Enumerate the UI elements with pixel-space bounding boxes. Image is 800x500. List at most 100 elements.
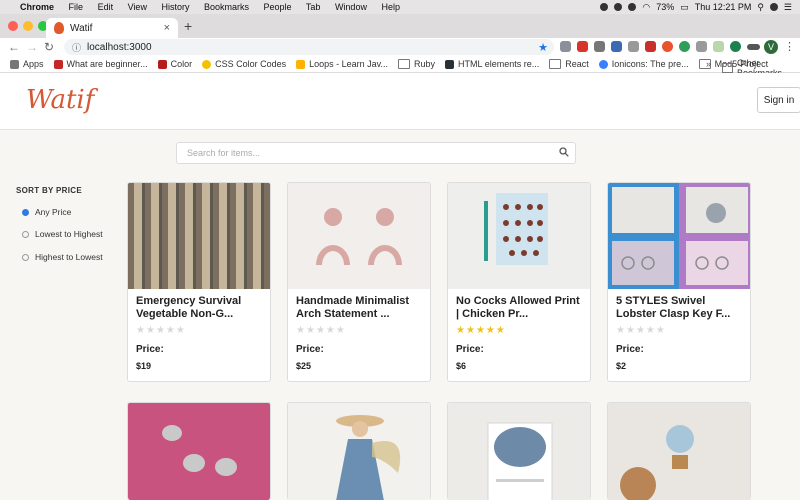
menu-history[interactable]: History: [161, 2, 189, 12]
address-bar[interactable]: ⓘ localhost:3000 ★: [64, 39, 554, 55]
spotlight-icon[interactable]: ⚲: [757, 2, 764, 13]
radio-icon[interactable]: [22, 230, 29, 238]
wifi-icon[interactable]: ◠: [642, 2, 650, 13]
star-icon: ★: [165, 325, 176, 336]
notification-center-icon[interactable]: ☰: [784, 2, 792, 13]
status-icon[interactable]: [600, 3, 609, 11]
product-card[interactable]: Handmade Minimalist Arch Statement ... ★…: [287, 182, 431, 382]
extension-icon[interactable]: [645, 41, 656, 52]
bookmarks-overflow-button[interactable]: »: [706, 59, 711, 69]
close-tab-icon[interactable]: ×: [164, 22, 170, 34]
star-icon: ★: [616, 325, 626, 336]
sort-title: SORT BY PRICE: [16, 186, 82, 195]
back-icon[interactable]: ←: [8, 40, 20, 54]
clock[interactable]: Thu 12:21 PM: [695, 2, 752, 12]
profile-avatar[interactable]: V: [764, 40, 778, 54]
bookmark-item[interactable]: HTML elements re...: [445, 59, 539, 69]
bookmark-label: What are beginner...: [66, 59, 148, 69]
product-card[interactable]: No Cocks Allowed Print | Chicken Pr... ★…: [447, 182, 591, 382]
bookmark-label: Ruby: [414, 59, 436, 69]
menu-view[interactable]: View: [128, 2, 147, 12]
sort-option-label: Lowest to Highest: [35, 229, 103, 239]
reload-icon[interactable]: ↻: [44, 40, 54, 54]
product-image[interactable]: [448, 183, 590, 289]
product-name[interactable]: No Cocks Allowed Print | Chicken Pr...: [456, 295, 582, 321]
bookmark-star-icon[interactable]: ★: [538, 41, 548, 54]
siri-icon[interactable]: [769, 3, 778, 11]
product-price: $6: [456, 361, 467, 371]
search-icon[interactable]: [559, 146, 569, 160]
menu-tab[interactable]: Tab: [306, 2, 321, 12]
extension-icon[interactable]: [713, 41, 724, 52]
minimize-window-button[interactable]: [23, 21, 33, 31]
product-card[interactable]: Emergency Survival Vegetable Non-G... ★★…: [127, 182, 271, 382]
earring-illustration: [316, 208, 402, 265]
product-price: $2: [616, 361, 627, 371]
adblock-icon[interactable]: [577, 41, 588, 52]
search-input[interactable]: [185, 147, 549, 159]
menu-people[interactable]: People: [264, 2, 292, 12]
extension-icon[interactable]: [594, 41, 605, 52]
product-card[interactable]: 5 STYLES Swivel Lobster Clasp Key F... ★…: [607, 182, 751, 382]
menu-bookmarks[interactable]: Bookmarks: [204, 2, 249, 12]
bookmark-folder[interactable]: Ruby: [398, 59, 435, 69]
bookmark-item[interactable]: Loops - Learn Jav...: [296, 59, 388, 69]
tab-watif[interactable]: Watif ×: [46, 18, 178, 38]
bookmark-folder[interactable]: React: [549, 59, 589, 69]
product-name[interactable]: Handmade Minimalist Arch Statement ...: [296, 295, 422, 321]
product-card[interactable]: [287, 402, 431, 500]
status-icon[interactable]: [628, 3, 637, 11]
product-card[interactable]: [127, 402, 271, 500]
product-card[interactable]: [607, 402, 751, 500]
product-image[interactable]: [128, 403, 270, 500]
browser-toolbar: ← → ↻ ⓘ localhost:3000 ★ V ⋮: [0, 38, 800, 56]
extension-icon[interactable]: [662, 41, 673, 52]
quora-icon: [53, 59, 63, 69]
product-image[interactable]: [608, 183, 750, 289]
key-icon[interactable]: [747, 43, 760, 50]
bookmark-item[interactable]: CSS Color Codes: [202, 59, 286, 69]
product-image[interactable]: [448, 403, 590, 500]
extension-icon[interactable]: [730, 41, 741, 52]
forward-icon[interactable]: →: [26, 40, 38, 54]
bookmark-item[interactable]: Ionicons: The pre...: [598, 59, 689, 69]
product-name[interactable]: Emergency Survival Vegetable Non-G...: [136, 295, 262, 321]
sign-in-button[interactable]: Sign in: [757, 87, 800, 113]
close-window-button[interactable]: [8, 21, 18, 31]
extension-icon[interactable]: [696, 41, 707, 52]
sort-option-highest-to-lowest[interactable]: Highest to Lowest: [22, 252, 103, 262]
status-icon[interactable]: [614, 3, 623, 11]
menu-file[interactable]: File: [69, 2, 84, 12]
radio-selected-icon[interactable]: [22, 208, 29, 216]
bookmark-item[interactable]: Color: [157, 59, 192, 69]
extension-icon[interactable]: [611, 41, 622, 52]
product-name[interactable]: 5 STYLES Swivel Lobster Clasp Key F...: [616, 295, 742, 321]
more-menu-icon[interactable]: ⋮: [784, 40, 795, 53]
menu-chrome[interactable]: Chrome: [20, 2, 54, 12]
radio-icon[interactable]: [22, 253, 29, 261]
bookmark-apps[interactable]: Apps: [10, 59, 44, 69]
star-icon: ★: [325, 325, 336, 336]
product-image[interactable]: [288, 183, 430, 289]
product-card[interactable]: [447, 402, 591, 500]
sort-option-lowest-to-highest[interactable]: Lowest to Highest: [22, 229, 103, 239]
site-info-icon[interactable]: ⓘ: [72, 41, 81, 54]
product-image[interactable]: [128, 183, 270, 289]
tab-title: Watif: [70, 22, 93, 34]
extension-icon[interactable]: [679, 41, 690, 52]
new-tab-button[interactable]: +: [184, 18, 192, 34]
extension-icon[interactable]: [628, 41, 639, 52]
battery-icon[interactable]: ▭: [680, 2, 689, 13]
menu-window[interactable]: Window: [335, 2, 367, 12]
site-logo[interactable]: Watif: [26, 85, 94, 115]
extension-icon[interactable]: [560, 41, 571, 52]
menu-edit[interactable]: Edit: [98, 2, 114, 12]
menu-help[interactable]: Help: [381, 2, 400, 12]
bookmark-item[interactable]: What are beginner...: [53, 59, 148, 69]
extensions: [560, 41, 760, 52]
bookmark-label: Ionicons: The pre...: [611, 59, 689, 69]
sort-option-any-price[interactable]: Any Price: [22, 207, 71, 217]
product-image[interactable]: [288, 403, 430, 500]
price-label: Price:: [616, 344, 644, 355]
product-image[interactable]: [608, 403, 750, 500]
